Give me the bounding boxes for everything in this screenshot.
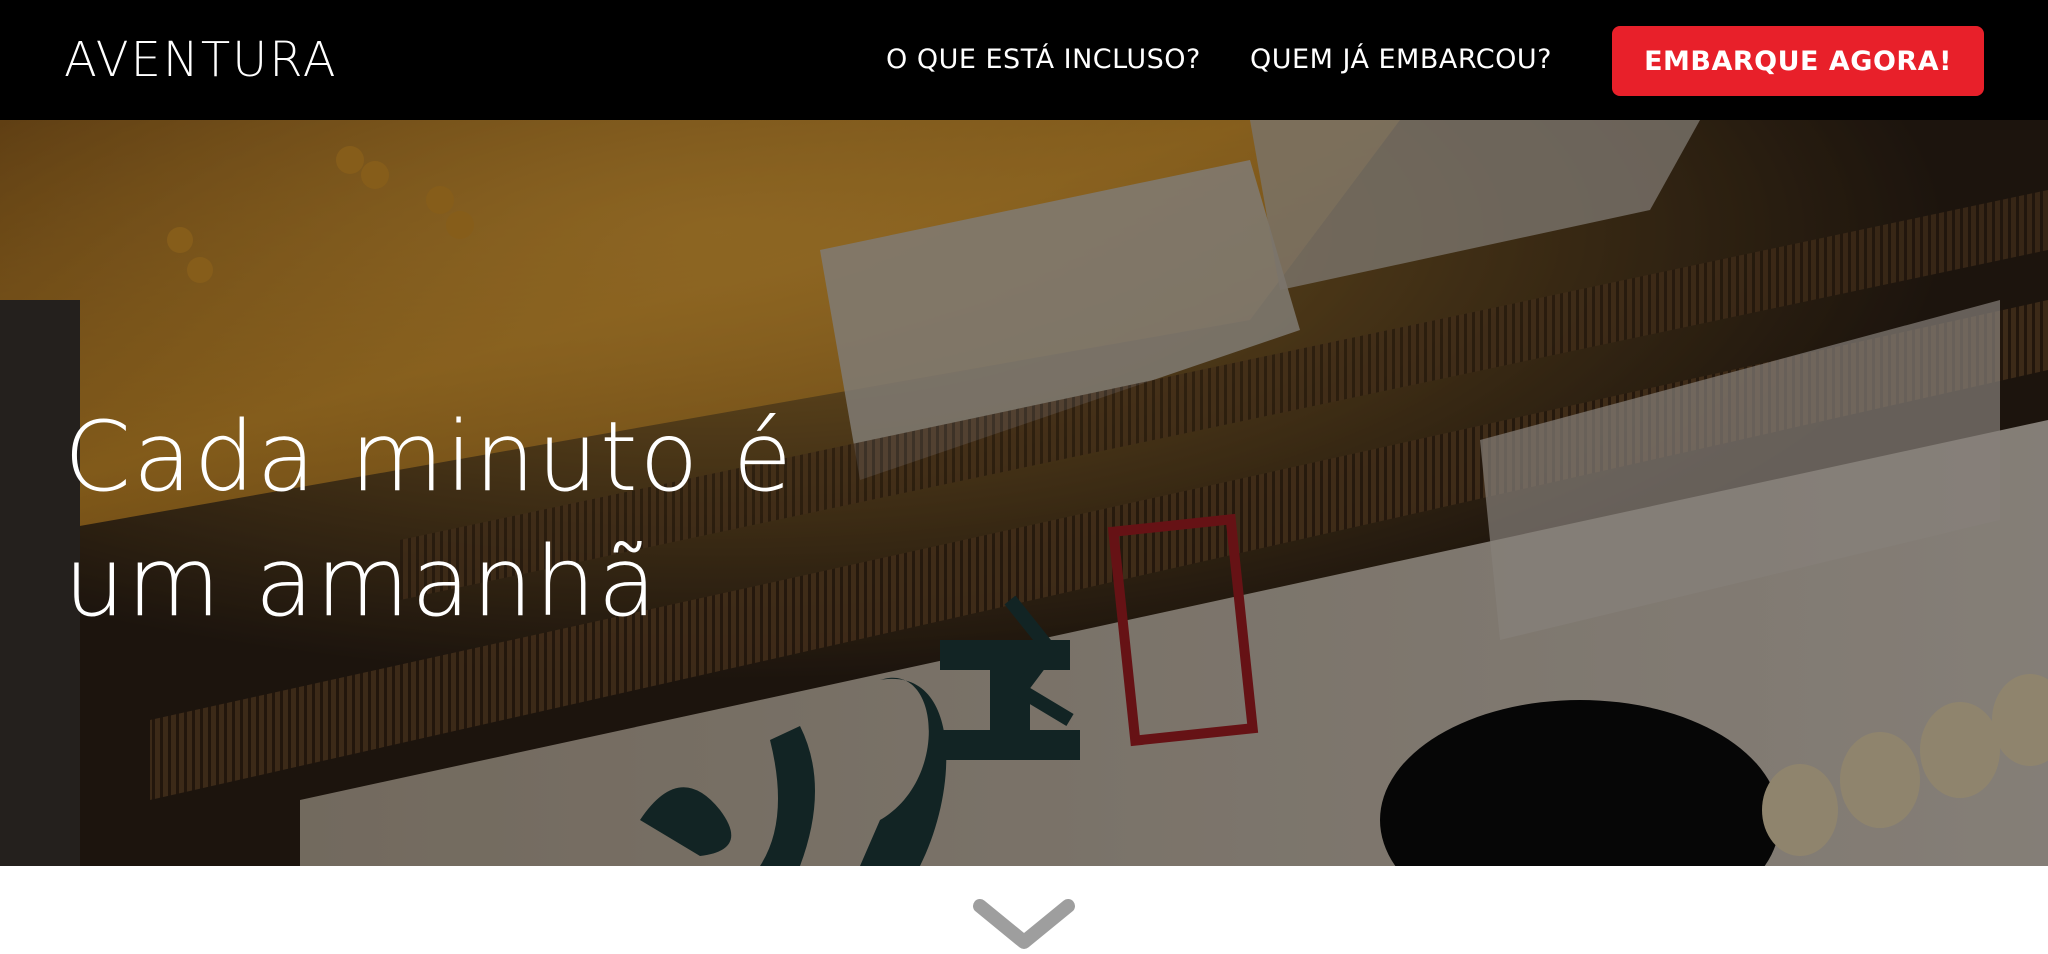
nav-link-who-traveled[interactable]: QUEM JÁ EMBARCOU? [1250, 42, 1552, 78]
embark-now-button[interactable]: EMBARQUE AGORA! [1612, 26, 1984, 96]
brand-logo[interactable]: AVENTURA [64, 30, 338, 90]
chevron-down-icon[interactable] [972, 898, 1076, 954]
hero-headline-line-1: Cada minuto é [64, 401, 794, 513]
landing-page: AVENTURA O QUE ESTÁ INCLUSO? QUEM JÁ EMB… [0, 0, 2048, 954]
navbar: AVENTURA O QUE ESTÁ INCLUSO? QUEM JÁ EMB… [0, 0, 2048, 120]
hero-section: Cada minuto é um amanhã [0, 120, 2048, 866]
hero-headline: Cada minuto é um amanhã [64, 395, 964, 645]
nav-link-whats-included[interactable]: O QUE ESTÁ INCLUSO? [886, 42, 1201, 78]
hero-headline-line-2: um amanhã [64, 526, 659, 638]
